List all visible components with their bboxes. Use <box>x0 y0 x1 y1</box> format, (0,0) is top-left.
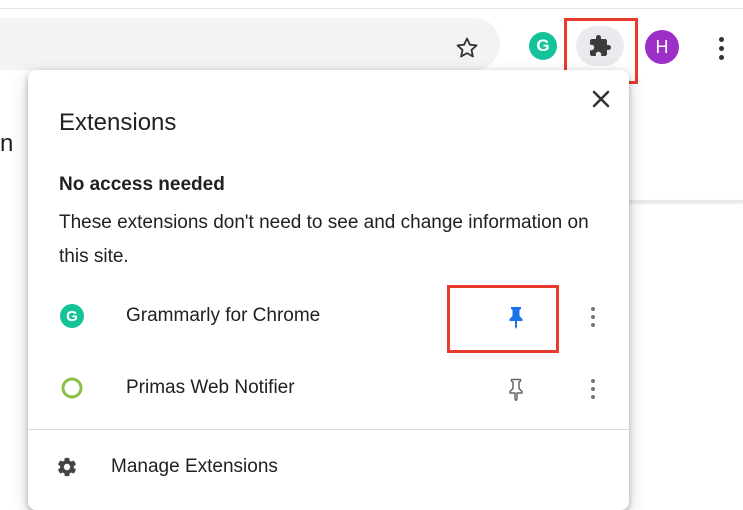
close-button[interactable] <box>584 82 618 116</box>
menu-dot-icon <box>718 54 724 60</box>
pin-button-highlight <box>447 285 559 353</box>
address-bar[interactable] <box>0 18 500 70</box>
bookmark-star-button[interactable] <box>447 30 487 66</box>
grammarly-toolbar-button[interactable]: G <box>525 28 561 64</box>
background-page-divider <box>628 200 743 202</box>
pin-outline-icon <box>509 378 523 401</box>
popup-title: Extensions <box>59 109 177 136</box>
menu-dot-icon <box>718 45 724 51</box>
star-icon <box>456 37 478 58</box>
more-dot-icon <box>591 315 595 319</box>
menu-dot-icon <box>718 36 724 42</box>
more-dot-icon <box>591 387 595 391</box>
more-dot-icon <box>591 395 595 399</box>
grammarly-icon: G <box>529 32 557 60</box>
profile-avatar[interactable]: H <box>645 30 679 64</box>
browser-menu-button[interactable] <box>708 30 734 66</box>
primas-icon <box>58 374 86 402</box>
unpin-button[interactable] <box>498 373 534 405</box>
manage-extensions-row[interactable]: Manage Extensions <box>28 440 629 496</box>
section-title: No access needed <box>59 174 225 195</box>
extension-more-button[interactable] <box>580 373 606 405</box>
grammarly-icon: G <box>58 302 86 330</box>
popup-divider <box>28 429 629 430</box>
more-dot-icon <box>591 323 595 327</box>
extension-name: Grammarly for Chrome <box>126 305 321 326</box>
extension-row-primas[interactable]: Primas Web Notifier <box>28 361 629 417</box>
section-description: These extensions don't need to see and c… <box>59 212 589 267</box>
gear-icon <box>54 454 80 480</box>
manage-extensions-label: Manage Extensions <box>111 456 278 477</box>
extension-more-button[interactable] <box>580 301 606 333</box>
more-dot-icon <box>591 307 595 311</box>
window-top-edge <box>0 0 743 9</box>
close-icon <box>592 90 610 108</box>
more-dot-icon <box>591 379 595 383</box>
background-page-text: n <box>0 130 14 157</box>
extension-name: Primas Web Notifier <box>126 377 295 398</box>
